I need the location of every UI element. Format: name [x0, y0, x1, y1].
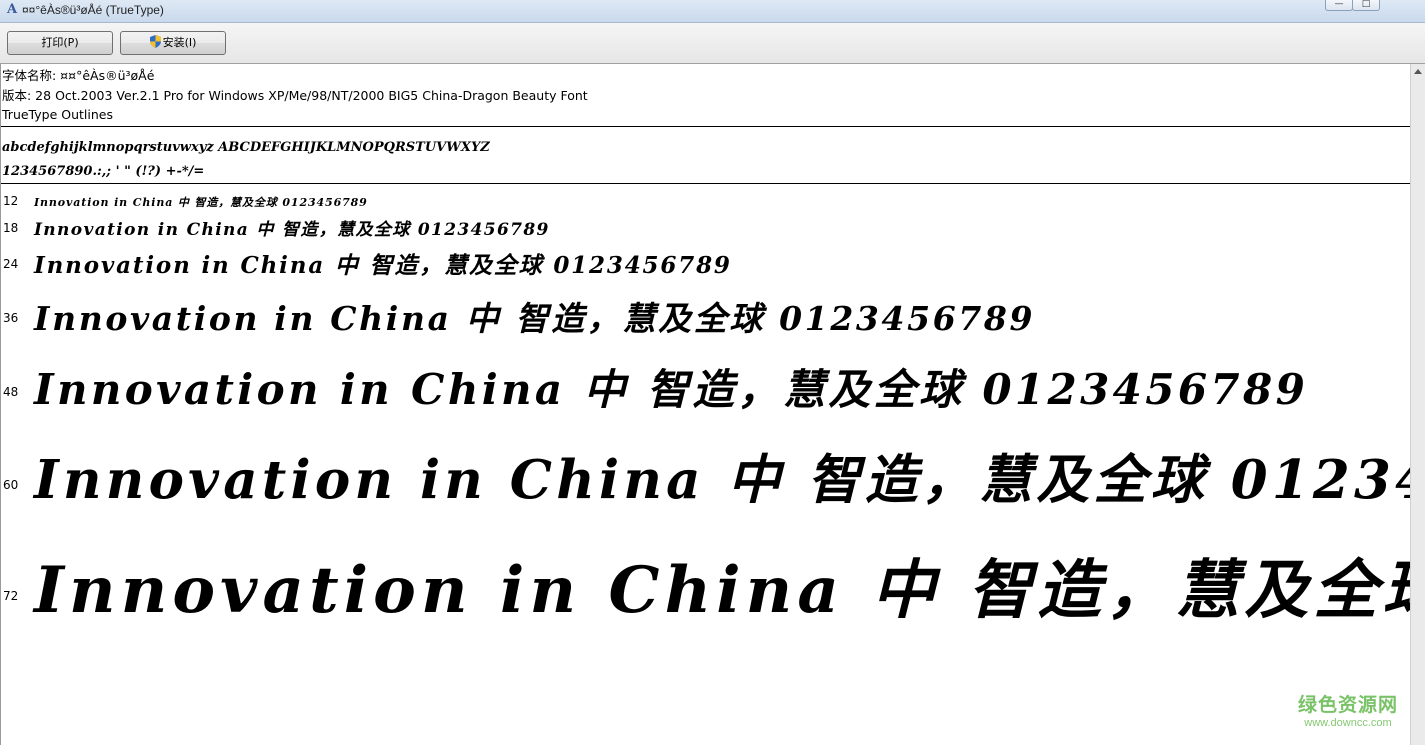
sample-size: 48 — [3, 385, 19, 399]
toolbar: 打印(P) 安装(I) — [0, 23, 1425, 64]
minimize-button[interactable]: — — [1325, 0, 1353, 11]
maximize-button[interactable]: □ — [1352, 0, 1380, 11]
install-button-label: 安装(I) — [162, 36, 197, 49]
sample-size: 24 — [3, 257, 19, 271]
font-app-icon: A — [6, 2, 18, 17]
window-title: ¤¤°êÀs®ü³øÅé (TrueType) — [22, 3, 164, 17]
minimize-icon: — — [1334, 0, 1344, 9]
sample-text: Innovation in China 中 智造，慧及全球 0123456789 — [34, 220, 550, 240]
font-name-line: 字体名称: ¤¤°êÀs®ü³øÅé — [2, 68, 155, 83]
install-button[interactable]: 安装(I) — [120, 31, 226, 55]
sample-text: Innovation in China 中 智造，慧及全球 0123456789 — [34, 553, 1410, 628]
scroll-up-arrow-icon[interactable] — [1414, 69, 1422, 74]
site-watermark: 绿色资源网 www.downcc.com — [1288, 690, 1408, 729]
sample-text: Innovation in China 中 智造，慧及全球 0123456789 — [34, 449, 1410, 511]
watermark-brand: 绿色资源网 — [1297, 694, 1398, 716]
divider — [1, 183, 1410, 184]
sample-size: 36 — [3, 311, 19, 325]
font-outline-line: TrueType Outlines — [2, 107, 113, 122]
watermark-url: www.downcc.com — [1304, 717, 1392, 729]
sample-size: 18 — [3, 221, 19, 235]
uac-shield-icon — [149, 35, 161, 48]
font-preview-pane[interactable]: 字体名称: ¤¤°êÀs®ü³øÅé 版本: 28 Oct.2003 Ver.2… — [0, 64, 1410, 745]
vertical-scrollbar[interactable] — [1410, 64, 1425, 745]
charset-digits: 1234567890.:,; ' " (!?) +-*/= — [2, 164, 205, 179]
print-button-label: 打印(P) — [41, 36, 79, 49]
divider — [1, 126, 1410, 127]
sample-text: Innovation in China 中 智造，慧及全球 0123456789 — [34, 365, 1309, 414]
maximize-icon: □ — [1361, 0, 1371, 9]
sample-size: 72 — [3, 589, 19, 603]
sample-size: 60 — [3, 478, 19, 492]
sample-text: Innovation in China 中 智造，慧及全球 0123456789 — [34, 196, 368, 209]
title-bar: A ¤¤°êÀs®ü³øÅé (TrueType) — □ — [0, 0, 1425, 23]
font-version-line: 版本: 28 Oct.2003 Ver.2.1 Pro for Windows … — [2, 87, 588, 103]
sample-size: 12 — [3, 194, 19, 208]
charset-letters: abcdefghijklmnopqrstuvwxyz ABCDEFGHIJKLM… — [2, 140, 490, 155]
sample-text: Innovation in China 中 智造，慧及全球 0123456789 — [34, 299, 1036, 338]
sample-text: Innovation in China 中 智造，慧及全球 0123456789 — [34, 252, 732, 279]
font-info: 字体名称: ¤¤°êÀs®ü³øÅé 版本: 28 Oct.2003 Ver.2… — [2, 66, 588, 125]
print-button[interactable]: 打印(P) — [7, 31, 113, 55]
